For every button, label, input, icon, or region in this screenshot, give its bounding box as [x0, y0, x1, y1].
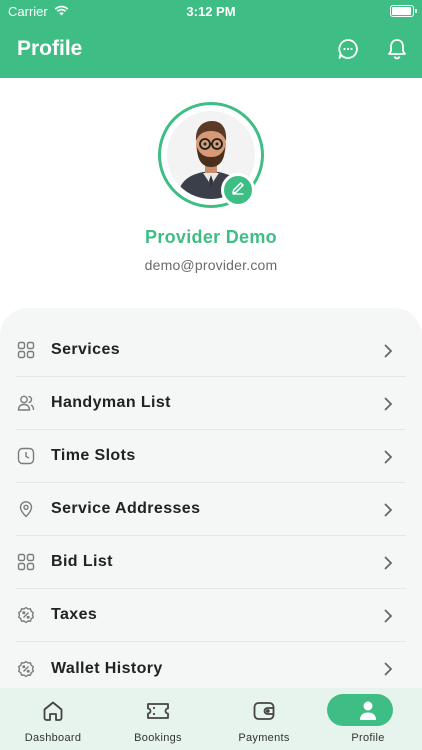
menu-item-services[interactable]: Services	[16, 324, 406, 377]
pencil-icon	[231, 181, 245, 200]
chevron-right-icon	[378, 553, 398, 573]
chevron-right-icon	[378, 500, 398, 520]
chevron-right-icon	[378, 606, 398, 626]
menu-card: Services Handyman List Time Slots Servic…	[0, 308, 422, 750]
home-icon	[41, 698, 65, 724]
nav-label: Profile	[351, 732, 385, 744]
page-title: Profile	[17, 37, 83, 60]
bottom-navigation: Dashboard Bookings Payments Profile	[0, 688, 422, 750]
bell-icon[interactable]	[384, 36, 410, 62]
nav-label: Payments	[238, 732, 290, 744]
chevron-right-icon	[378, 394, 398, 414]
grid-icon	[16, 340, 36, 360]
battery-icon	[390, 5, 417, 17]
app-header: Carrier 3:12 PM Profile	[0, 0, 422, 78]
clock-icon	[16, 446, 36, 466]
menu-item-label: Time Slots	[51, 447, 136, 464]
percent-badge-icon	[16, 659, 36, 679]
nav-item-bookings[interactable]: Bookings	[105, 688, 211, 750]
location-pin-icon	[16, 499, 36, 519]
nav-label: Dashboard	[24, 732, 82, 744]
nav-item-profile[interactable]: Profile	[315, 688, 421, 750]
menu-item-label: Services	[51, 341, 121, 358]
status-bar: Carrier 3:12 PM	[0, 0, 422, 24]
menu-item-label: Wallet History	[51, 659, 163, 677]
menu-item-time-slots[interactable]: Time Slots	[16, 430, 406, 483]
person-icon	[358, 698, 378, 724]
menu-item-label: Handyman List	[51, 394, 171, 411]
menu-item-bid-list[interactable]: Bid List	[16, 536, 406, 589]
profile-email: demo@provider.com	[144, 257, 278, 273]
menu-item-handyman-list[interactable]: Handyman List	[16, 377, 406, 430]
nav-item-payments[interactable]: Payments	[211, 688, 317, 750]
percent-badge-icon	[16, 605, 36, 625]
menu-item-taxes[interactable]: Taxes	[16, 589, 406, 642]
status-time: 3:12 PM	[186, 4, 236, 19]
ticket-icon	[145, 698, 171, 724]
menu-item-service-addresses[interactable]: Service Addresses	[16, 483, 406, 536]
users-icon	[16, 393, 36, 413]
nav-label: Bookings	[134, 732, 182, 744]
grid-icon	[16, 552, 36, 572]
wallet-icon	[252, 698, 276, 724]
chevron-right-icon	[378, 659, 398, 679]
chat-icon[interactable]	[335, 36, 361, 62]
menu-item-label: Bid List	[51, 553, 113, 570]
profile-name: Provider Demo	[145, 227, 277, 247]
chevron-right-icon	[378, 341, 398, 361]
menu-item-label: Service Addresses	[51, 500, 201, 517]
profile-screen: Carrier 3:12 PM Profile Provider Demo de…	[0, 0, 422, 750]
edit-avatar-button[interactable]	[221, 173, 255, 207]
nav-item-dashboard[interactable]: Dashboard	[0, 688, 106, 750]
chevron-right-icon	[378, 447, 398, 467]
menu-item-label: Taxes	[51, 606, 98, 623]
